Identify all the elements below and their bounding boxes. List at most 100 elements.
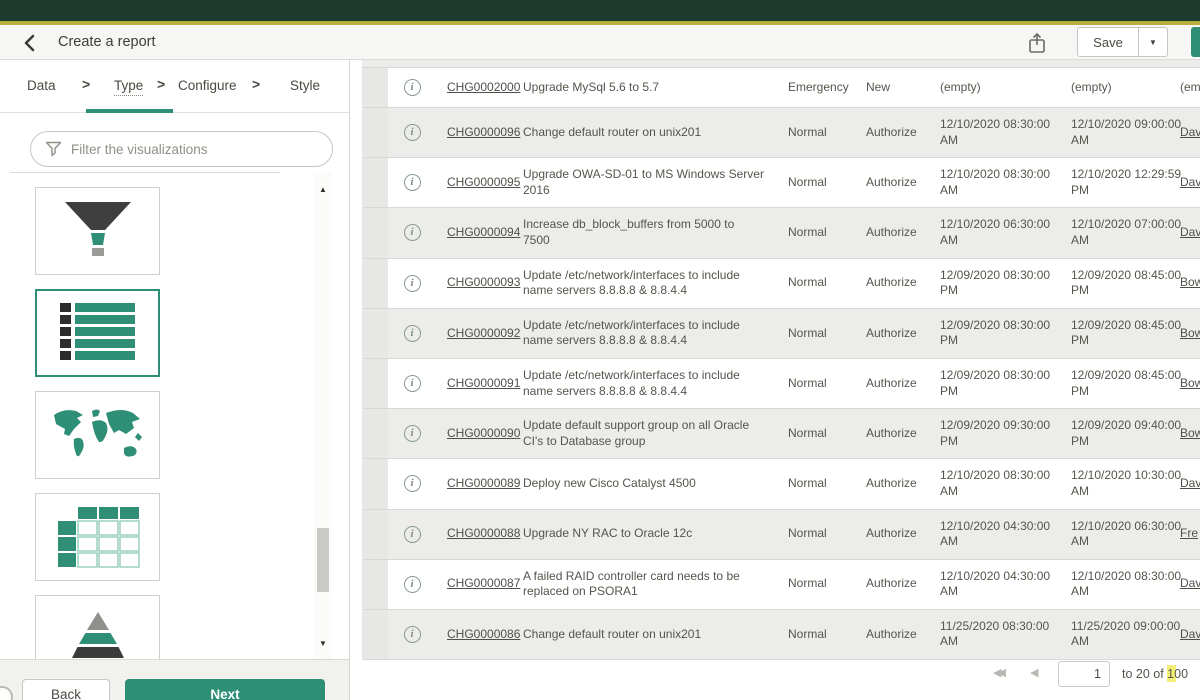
step-style[interactable]: Style — [290, 78, 320, 93]
visualization-filter — [30, 131, 333, 167]
info-icon[interactable]: i — [404, 79, 421, 96]
info-icon[interactable]: i — [404, 224, 421, 241]
info-icon[interactable]: i — [404, 576, 421, 593]
info-icon[interactable]: i — [404, 526, 421, 543]
scroll-up-icon[interactable]: ▲ — [314, 181, 332, 197]
record-number-link[interactable]: CHG0000088 — [447, 526, 520, 540]
info-icon[interactable]: i — [404, 325, 421, 342]
short-description: Upgrade MySql 5.6 to 5.7 — [522, 71, 778, 105]
viz-option-bar-list[interactable] — [35, 289, 160, 377]
scroll-down-icon[interactable]: ▼ — [314, 635, 332, 651]
viz-option-world-map[interactable] — [35, 391, 160, 479]
info-icon[interactable]: i — [404, 275, 421, 292]
run-button-edge[interactable] — [1191, 27, 1200, 57]
first-page-icon[interactable]: ◀◀ — [993, 666, 1002, 679]
planned-end-date: 12/10/2020 09:00:00AM — [1061, 108, 1171, 157]
record-number-link[interactable]: CHG0000093 — [447, 275, 520, 289]
state-value: Authorize — [856, 166, 930, 200]
priority-value: Normal — [778, 317, 856, 351]
assigned-to: Dav — [1171, 567, 1200, 601]
wizard-steps: Data > Type > Configure > Style — [0, 60, 349, 113]
record-number-link[interactable]: CHG0000096 — [447, 125, 520, 139]
record-number-link[interactable]: CHG0000086 — [447, 627, 520, 641]
record-number-link[interactable]: CHG0000089 — [447, 476, 520, 490]
row-gutter — [362, 208, 388, 257]
table-row: i CHG0000093 Update /etc/network/interfa… — [362, 259, 1200, 309]
info-icon[interactable]: i — [404, 124, 421, 141]
change-request-list: i CHG0002000 Upgrade MySql 5.6 to 5.7 Em… — [362, 60, 1200, 660]
planned-start-date: (empty) — [930, 71, 1061, 105]
planned-end-date: 12/10/2020 06:30:00AM — [1061, 510, 1171, 559]
save-caret-down-icon[interactable]: ▼ — [1139, 27, 1168, 57]
state-value: Authorize — [856, 317, 930, 351]
record-number-link[interactable]: CHG0000092 — [447, 326, 520, 340]
page-number-input[interactable] — [1058, 661, 1110, 687]
table-row: i CHG0000088 Upgrade NY RAC to Oracle 12… — [362, 510, 1200, 560]
step-data[interactable]: Data — [27, 78, 56, 93]
record-number-link[interactable]: CHG0000095 — [447, 175, 520, 189]
assigned-to: Dav — [1171, 116, 1200, 150]
planned-end-date: 12/10/2020 08:30:00AM — [1061, 560, 1171, 609]
planned-end-date: 12/09/2020 08:45:00PM — [1061, 259, 1171, 308]
scrollbar-thumb[interactable] — [317, 528, 329, 592]
table-row: i CHG0000089 Deploy new Cisco Catalyst 4… — [362, 459, 1200, 509]
visualization-list — [0, 173, 314, 659]
row-gutter — [362, 158, 388, 207]
top-navigation-bar — [0, 0, 1200, 21]
back-button[interactable]: Back — [22, 679, 110, 700]
record-number-link[interactable]: CHG0000094 — [447, 225, 520, 239]
viz-option-funnel[interactable] — [35, 187, 160, 275]
assigned-to: Bow — [1171, 266, 1200, 300]
planned-start-date: 11/25/2020 08:30:00AM — [930, 610, 1061, 659]
planned-start-date: 12/10/2020 06:30:00AM — [930, 208, 1061, 257]
short-description: Upgrade OWA-SD-01 to MS Windows Server 2… — [522, 158, 778, 207]
info-icon[interactable]: i — [404, 174, 421, 191]
planned-end-date: 12/10/2020 07:00:00AM — [1061, 208, 1171, 257]
assigned-to: (em — [1171, 71, 1200, 105]
step-type[interactable]: Type — [114, 78, 143, 96]
info-icon[interactable]: i — [404, 425, 421, 442]
record-number-link[interactable]: CHG0002000 — [447, 80, 520, 94]
assigned-to: Dav — [1171, 216, 1200, 250]
next-button[interactable]: Next — [125, 679, 325, 700]
short-description: Deploy new Cisco Catalyst 4500 — [522, 467, 778, 501]
share-icon[interactable] — [1026, 30, 1052, 56]
assigned-to: Fre — [1171, 517, 1200, 551]
previous-page-icon[interactable]: ◀ — [1030, 666, 1038, 679]
filter-input[interactable] — [71, 142, 320, 157]
priority-value: Normal — [778, 266, 856, 300]
back-icon[interactable] — [20, 31, 44, 55]
assigned-to: Dav — [1171, 166, 1200, 200]
row-gutter — [362, 459, 388, 508]
state-value: New — [856, 71, 930, 105]
panel-scrollbar[interactable]: ▲ ▼ — [314, 173, 332, 659]
info-icon[interactable]: i — [404, 475, 421, 492]
planned-start-date: 12/09/2020 08:30:00PM — [930, 359, 1061, 408]
step-configure[interactable]: Configure — [178, 78, 237, 93]
info-icon[interactable]: i — [404, 375, 421, 392]
table-row: i CHG0000090 Update default support grou… — [362, 409, 1200, 459]
row-gutter — [362, 409, 388, 458]
help-bubble-edge[interactable] — [0, 686, 13, 700]
priority-value: Emergency — [778, 71, 856, 105]
record-number-link[interactable]: CHG0000091 — [447, 376, 520, 390]
save-button[interactable]: Save — [1077, 27, 1139, 57]
planned-start-date: 12/09/2020 09:30:00PM — [930, 409, 1061, 458]
report-wizard-panel: Data > Type > Configure > Style — [0, 60, 350, 700]
info-icon[interactable]: i — [404, 626, 421, 643]
planned-end-date: (empty) — [1061, 71, 1171, 105]
row-gutter — [362, 259, 388, 308]
planned-end-date: 12/09/2020 08:45:00PM — [1061, 359, 1171, 408]
table-row: i CHG0000087 A failed RAID controller ca… — [362, 560, 1200, 610]
state-value: Authorize — [856, 618, 930, 652]
short-description: Upgrade NY RAC to Oracle 12c — [522, 517, 778, 551]
viz-option-pyramid[interactable] — [35, 595, 160, 659]
planned-start-date: 12/10/2020 04:30:00AM — [930, 510, 1061, 559]
record-number-link[interactable]: CHG0000090 — [447, 426, 520, 440]
heatmap-table-icon — [56, 505, 140, 569]
short-description: Update /etc/network/interfaces to includ… — [522, 259, 778, 308]
record-number-link[interactable]: CHG0000087 — [447, 576, 520, 590]
priority-value: Normal — [778, 618, 856, 652]
viz-option-heatmap-table[interactable] — [35, 493, 160, 581]
priority-value: Normal — [778, 166, 856, 200]
